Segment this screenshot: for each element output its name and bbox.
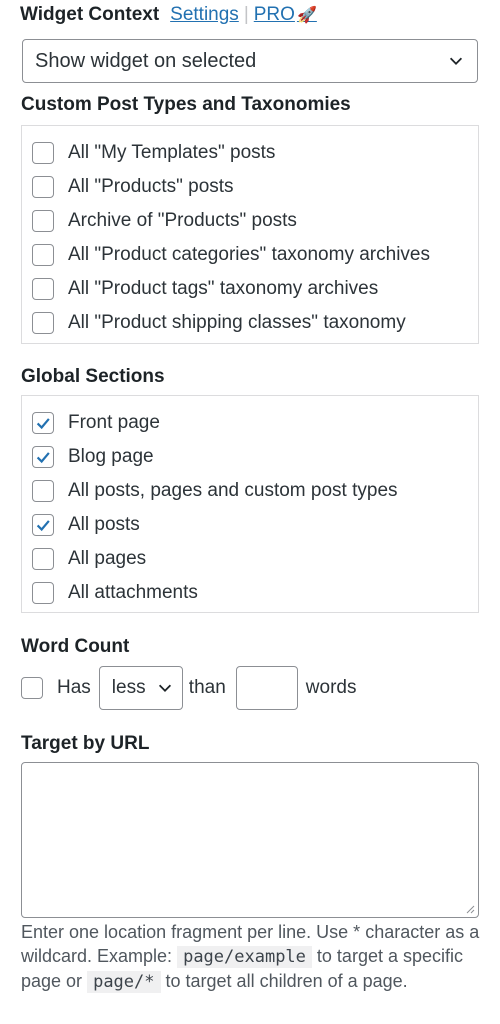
checkmark-icon bbox=[36, 452, 50, 464]
item-label: All "Products" posts bbox=[68, 176, 234, 197]
word-count-input[interactable] bbox=[235, 666, 298, 710]
list-item[interactable]: Archive of "Products" posts bbox=[32, 208, 297, 234]
list-item[interactable]: All "Product categories" taxonomy archiv… bbox=[32, 242, 430, 268]
custom-post-types-title: Custom Post Types and Taxonomies bbox=[21, 94, 351, 115]
resize-handle-icon[interactable] bbox=[465, 904, 475, 914]
example-code-page-wildcard: page/* bbox=[87, 971, 161, 993]
widget-context-header: Widget Context Settings | PRO 🚀 bbox=[20, 4, 317, 30]
list-item[interactable]: All "My Templates" posts bbox=[32, 140, 275, 166]
checkbox[interactable] bbox=[32, 480, 54, 502]
item-label: All "Product shipping classes" taxonomy bbox=[68, 312, 406, 333]
visibility-select[interactable]: Show widget on selected bbox=[22, 39, 478, 83]
visibility-select-value: Show widget on selected bbox=[35, 49, 257, 72]
pro-link[interactable]: PRO 🚀 bbox=[254, 4, 317, 26]
global-sections-title: Global Sections bbox=[21, 366, 165, 387]
item-label: Blog page bbox=[68, 446, 154, 467]
item-label: All "My Templates" posts bbox=[68, 142, 276, 163]
checkmark-icon bbox=[36, 520, 50, 532]
example-code-page-example: page/example bbox=[177, 946, 312, 968]
list-item[interactable]: All "Product tags" taxonomy archives bbox=[32, 276, 378, 302]
list-item[interactable]: Front page bbox=[32, 410, 160, 436]
list-item[interactable]: All "Products" posts bbox=[32, 174, 234, 200]
chevron-down-icon bbox=[447, 52, 465, 70]
word-count-checkbox[interactable] bbox=[21, 677, 43, 699]
list-item[interactable]: All "Product shipping classes" taxonomy bbox=[32, 310, 406, 336]
item-label: All posts bbox=[68, 514, 140, 535]
list-item[interactable]: All attachments bbox=[32, 580, 198, 606]
word-count-row: Has less than words bbox=[21, 666, 356, 710]
target-url-help: Enter one location fragment per line. Us… bbox=[21, 920, 481, 994]
target-by-url-title: Target by URL bbox=[21, 733, 150, 754]
item-label: All "Product categories" taxonomy archiv… bbox=[68, 244, 430, 265]
checkmark-icon bbox=[36, 418, 50, 430]
checkbox[interactable] bbox=[32, 142, 54, 164]
widget-context-title: Widget Context bbox=[20, 4, 160, 25]
checkbox[interactable] bbox=[32, 446, 54, 468]
custom-post-types-list[interactable]: All "My Templates" posts All "Products" p… bbox=[21, 125, 479, 344]
global-sections-list: Front page Blog page All posts, pages and … bbox=[21, 395, 479, 613]
item-label: All "Product tags" taxonomy archives bbox=[68, 278, 379, 299]
checkbox[interactable] bbox=[32, 582, 54, 604]
checkbox[interactable] bbox=[32, 514, 54, 536]
word-count-comparison-select[interactable]: less bbox=[98, 666, 183, 710]
rocket-icon: 🚀 bbox=[296, 7, 317, 24]
checkbox[interactable] bbox=[32, 278, 54, 300]
checkbox[interactable] bbox=[32, 210, 54, 232]
settings-link[interactable]: Settings bbox=[170, 4, 239, 26]
list-item[interactable]: All posts bbox=[32, 512, 140, 538]
has-label: Has bbox=[57, 677, 91, 698]
checkbox[interactable] bbox=[32, 244, 54, 266]
target-url-textarea[interactable] bbox=[21, 762, 479, 918]
list-item[interactable]: All posts, pages and custom post types bbox=[32, 478, 398, 504]
comparison-value: less bbox=[111, 677, 146, 698]
header-separator: | bbox=[243, 4, 249, 25]
checkbox[interactable] bbox=[32, 312, 54, 334]
words-label: words bbox=[305, 677, 357, 698]
word-count-title: Word Count bbox=[21, 636, 130, 657]
than-label: than bbox=[188, 677, 226, 698]
item-label: Archive of "Products" posts bbox=[68, 210, 297, 231]
checkbox[interactable] bbox=[32, 176, 54, 198]
item-label: All pages bbox=[68, 548, 147, 569]
checkbox[interactable] bbox=[32, 412, 54, 434]
help-text-3: to target all children of a page. bbox=[165, 971, 408, 991]
list-item[interactable]: Blog page bbox=[32, 444, 154, 470]
item-label: All posts, pages and custom post types bbox=[68, 480, 398, 501]
list-item[interactable]: All pages bbox=[32, 546, 146, 572]
checkbox[interactable] bbox=[32, 548, 54, 570]
item-label: All attachments bbox=[68, 582, 198, 603]
pro-link-label: PRO bbox=[253, 4, 295, 25]
chevron-down-icon bbox=[156, 679, 174, 697]
item-label: Front page bbox=[68, 412, 160, 433]
